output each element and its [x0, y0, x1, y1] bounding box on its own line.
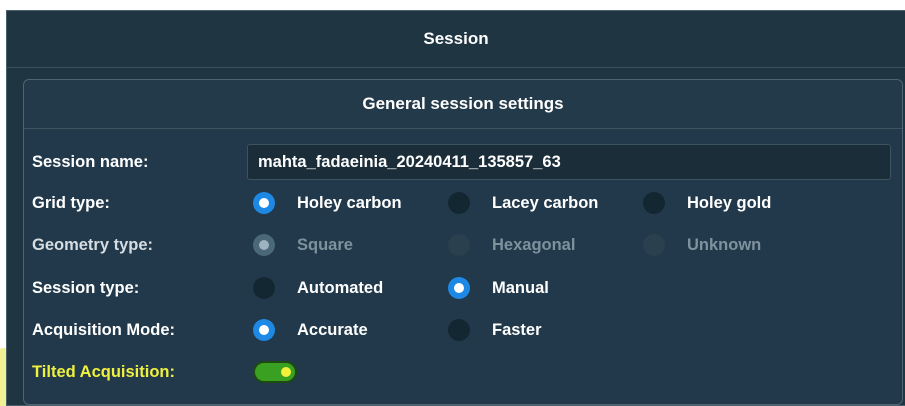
window-title: Session: [7, 11, 905, 68]
session-type-manual-radio[interactable]: Manual: [448, 270, 549, 306]
radio-unselected-icon: [643, 192, 665, 214]
session-name-input[interactable]: [247, 144, 891, 180]
toggle-knob: [281, 367, 291, 377]
acquisition-mode-label: Acquisition Mode:: [32, 321, 175, 339]
session-type-row: Session type: Automated Manual: [24, 270, 902, 306]
geometry-type-label: Geometry type:: [32, 236, 154, 254]
radio-label: Accurate: [297, 320, 368, 339]
session-name-label: Session name:: [32, 153, 149, 171]
radio-label: Hexagonal: [492, 235, 576, 254]
session-type-label: Session type:: [32, 279, 140, 297]
acquisition-mode-accurate-radio[interactable]: Accurate: [253, 312, 368, 348]
grid-type-label: Grid type:: [32, 194, 110, 212]
tilted-acquisition-row: Tilted Acquisition:: [24, 354, 902, 390]
grid-type-lacey-carbon-radio[interactable]: Lacey carbon: [448, 185, 598, 221]
radio-unselected-icon: [448, 319, 470, 341]
session-window: Session General session settings Session…: [6, 10, 905, 406]
geometry-type-row: Geometry type: Square Hexagonal Unknown: [24, 227, 902, 263]
radio-label: Holey gold: [687, 193, 772, 212]
acquisition-mode-faster-radio[interactable]: Faster: [448, 312, 542, 348]
radio-label: Holey carbon: [297, 193, 402, 212]
grid-type-row: Grid type: Holey carbon Lacey carbon Hol…: [24, 185, 902, 221]
radio-label: Unknown: [687, 235, 762, 254]
radio-unselected-icon: [253, 277, 275, 299]
radio-label: Automated: [297, 278, 384, 297]
radio-label: Faster: [492, 320, 542, 339]
tilted-acquisition-label: Tilted Acquisition:: [32, 363, 175, 381]
radio-unselected-disabled-icon: [448, 234, 470, 256]
session-name-row: Session name:: [24, 142, 902, 180]
general-settings-panel: General session settings Session name: G…: [23, 79, 903, 405]
radio-selected-icon: [253, 319, 275, 341]
radio-selected-disabled-icon: [253, 234, 275, 256]
radio-label: Square: [297, 235, 353, 254]
panel-title: General session settings: [24, 80, 902, 129]
radio-selected-icon: [448, 277, 470, 299]
geometry-type-hexagonal-radio: Hexagonal: [448, 227, 575, 263]
acquisition-mode-row: Acquisition Mode: Accurate Faster: [24, 312, 902, 348]
radio-unselected-icon: [448, 192, 470, 214]
radio-selected-icon: [253, 192, 275, 214]
radio-unselected-disabled-icon: [643, 234, 665, 256]
grid-type-holey-gold-radio[interactable]: Holey gold: [643, 185, 771, 221]
tilted-acquisition-toggle[interactable]: [253, 361, 297, 383]
session-type-automated-radio[interactable]: Automated: [253, 270, 383, 306]
geometry-type-square-radio: Square: [253, 227, 353, 263]
radio-label: Lacey carbon: [492, 193, 599, 212]
geometry-type-unknown-radio: Unknown: [643, 227, 761, 263]
grid-type-holey-carbon-radio[interactable]: Holey carbon: [253, 185, 402, 221]
radio-label: Manual: [492, 278, 549, 297]
